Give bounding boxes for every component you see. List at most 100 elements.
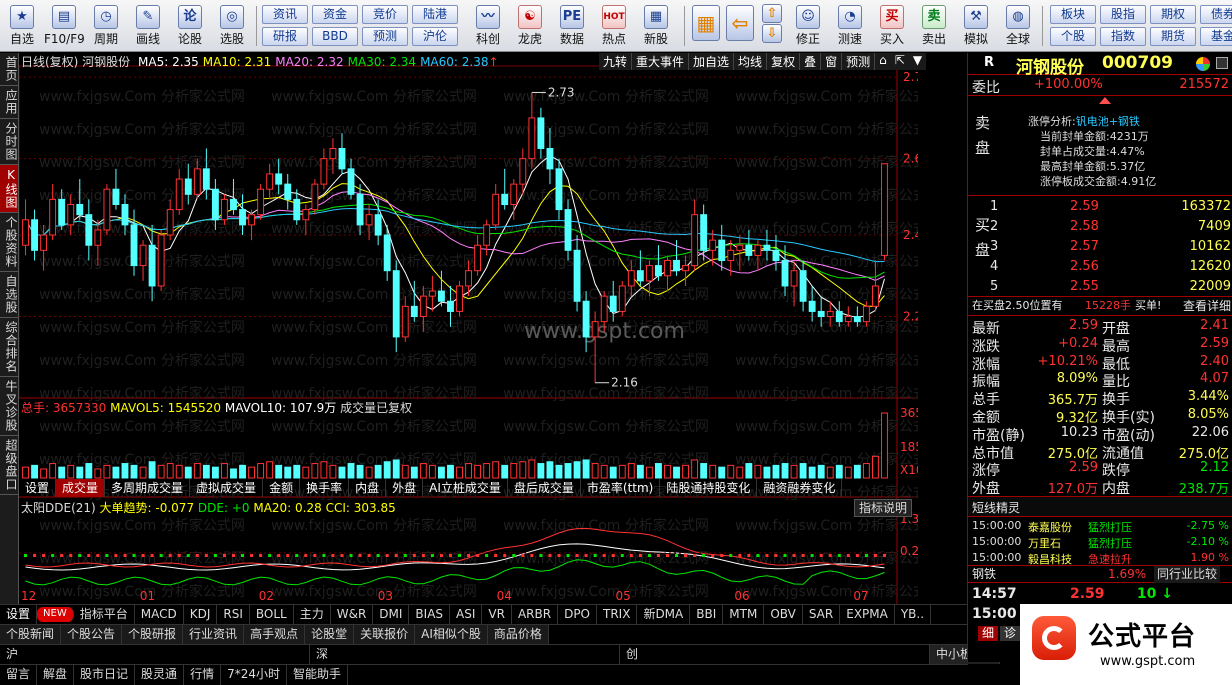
toolbar-small-b-5[interactable]: 指数 <box>1100 27 1146 46</box>
toolbar-data-button-0[interactable]: 〰科创 <box>468 3 508 49</box>
side-tab-6[interactable]: 综合排名 <box>0 318 18 377</box>
toolbar-main-button-1[interactable]: ▤ F10/F9 <box>44 3 85 49</box>
indicator-tab-14[interactable]: DPO <box>558 605 597 624</box>
volume-tab-3[interactable]: 虚拟成交量 <box>190 479 264 497</box>
toolbar-small-a-0[interactable]: 资讯 <box>262 5 308 24</box>
chart-tool-1[interactable]: 重大事件 <box>632 53 690 70</box>
toolbar-small-b-4[interactable]: 个股 <box>1050 27 1096 46</box>
volume-tab-9[interactable]: 盘后成交量 <box>508 479 581 497</box>
side-tab-5[interactable]: 自选股 <box>0 272 18 318</box>
bottom-link-6[interactable]: 智能助手 <box>287 665 348 685</box>
chart-area[interactable]: www.fxjgsw.Com 分析家公式网 www.fxjgsw.Com 分析家公… <box>19 53 927 604</box>
volume-tab-4[interactable]: 金额 <box>263 479 301 497</box>
indicator-tab-11[interactable]: ASI <box>450 605 483 624</box>
toolbar-small-b-2[interactable]: 期权 <box>1150 5 1196 24</box>
side-tab-7[interactable]: 牛叉诊股 <box>0 377 18 436</box>
index-bar-item-1[interactable]: 深 <box>310 645 620 664</box>
news-tab-1[interactable]: 个股公告 <box>61 625 123 644</box>
indicator-tab-17[interactable]: BBI <box>690 605 724 624</box>
toolbar-trade-button-0[interactable]: ☺ 修正 <box>788 3 828 49</box>
export-icon[interactable]: ⇱ <box>890 53 909 70</box>
toolbar-main-button-5[interactable]: ◎ 选股 <box>212 3 252 49</box>
short-item-name[interactable]: 泰嘉股份 <box>1028 519 1072 535</box>
indicator-tab-20[interactable]: SAR <box>803 605 841 624</box>
color-wheel-icon[interactable] <box>1196 57 1210 71</box>
down-arrow-icon[interactable]: ⇩ <box>762 24 782 43</box>
chart-tool-7[interactable]: 预测 <box>842 53 876 70</box>
indicator-tab-13[interactable]: ARBR <box>512 605 559 624</box>
indicator-tab-4[interactable]: KDJ <box>184 605 218 624</box>
back-arrow-button[interactable]: ⇦ <box>724 3 756 49</box>
chart-tool-3[interactable]: 均线 <box>734 53 768 70</box>
detail-link[interactable]: 查看详细 <box>1183 297 1231 315</box>
side-tab-4[interactable]: 个股资料 <box>0 213 18 272</box>
menu-icon[interactable] <box>1216 57 1228 69</box>
news-tab-4[interactable]: 高手观点 <box>244 625 306 644</box>
indicator-tab-1[interactable]: NEW <box>37 607 74 622</box>
news-tab-6[interactable]: 关联报价 <box>354 625 416 644</box>
zhangting-theme[interactable]: 钒电池+钢铁 <box>1076 115 1140 128</box>
toolbar-trade-button-3[interactable]: 卖卖出 <box>914 3 954 49</box>
indicator-tab-2[interactable]: 指标平台 <box>74 605 135 624</box>
bottom-link-0[interactable]: 留言 <box>0 665 38 685</box>
indicator-tab-9[interactable]: DMI <box>373 605 410 624</box>
indicator-explain-button[interactable]: 指标说明 <box>854 499 913 517</box>
news-tab-8[interactable]: 商品价格 <box>487 625 549 644</box>
toolbar-small-a-7[interactable]: 沪伦 <box>412 27 458 46</box>
toolbar-small-a-4[interactable]: 研报 <box>262 27 308 46</box>
chart-svg[interactable]: www.fxjgsw.Com 分析家公式网 www.fxjgsw.Com 分析家公… <box>19 53 918 604</box>
bottom-link-1[interactable]: 解盘 <box>37 665 75 685</box>
side-tab-2[interactable]: 分时图 <box>0 119 18 165</box>
tab-r[interactable]: R <box>984 55 994 70</box>
volume-tab-0[interactable]: 设置 <box>19 479 57 497</box>
side-tab-8[interactable]: 超级盘口 <box>0 436 18 495</box>
indicator-tab-19[interactable]: OBV <box>764 605 803 624</box>
toolbar-small-a-3[interactable]: 陆港 <box>412 5 458 24</box>
news-tab-5[interactable]: 论股堂 <box>305 625 355 644</box>
indicator-tab-15[interactable]: TRIX <box>597 605 638 624</box>
indicator-tab-7[interactable]: 主力 <box>294 605 331 624</box>
toolbar-data-button-1[interactable]: ☯ 龙虎 <box>510 3 550 49</box>
toolbar-small-a-2[interactable]: 竞价 <box>362 5 408 24</box>
indicator-tab-18[interactable]: MTM <box>723 605 765 624</box>
volume-tab-12[interactable]: 融资融券变化 <box>757 479 843 497</box>
volume-tab-2[interactable]: 多周期成交量 <box>105 479 191 497</box>
volume-tab-5[interactable]: 换手率 <box>300 479 350 497</box>
up-arrow-icon[interactable]: ⇧ <box>762 4 782 23</box>
detail-tab-1[interactable]: 诊 <box>1000 626 1021 641</box>
toolbar-data-button-2[interactable]: PE 数据 <box>552 3 592 49</box>
news-tab-2[interactable]: 个股研报 <box>122 625 184 644</box>
bottom-link-5[interactable]: 7*24小时 <box>221 665 287 685</box>
volume-tab-1[interactable]: 成交量 <box>56 479 106 497</box>
volume-tab-7[interactable]: 外盘 <box>386 479 424 497</box>
volume-tab-8[interactable]: AI立桩成交量 <box>423 479 508 497</box>
toolbar-trade-button-5[interactable]: ◍ 全球 <box>998 3 1038 49</box>
up-down-buttons[interactable]: ⇧ ⇩ <box>760 3 784 49</box>
indicator-tab-5[interactable]: RSI <box>217 605 250 624</box>
chart-tool-2[interactable]: 加自选 <box>689 53 735 70</box>
toolbar-trade-button-2[interactable]: 买买入 <box>872 3 912 49</box>
indicator-tab-0[interactable]: 设置 <box>0 605 38 624</box>
chart-tool-0[interactable]: 九转 <box>599 53 633 70</box>
toolbar-small-b-3[interactable]: 债券 <box>1200 5 1232 24</box>
news-tab-0[interactable]: 个股新闻 <box>0 625 62 644</box>
toolbar-main-button-4[interactable]: 论论股 <box>170 3 210 49</box>
detail-tab-0[interactable]: 细 <box>978 626 999 641</box>
indicator-tab-3[interactable]: MACD <box>135 605 184 624</box>
short-title[interactable]: 短线精灵 <box>972 499 1020 516</box>
indicator-tab-12[interactable]: VR <box>482 605 512 624</box>
toolbar-small-a-1[interactable]: 资金 <box>312 5 358 24</box>
grid-button[interactable]: ▦ <box>690 3 722 49</box>
collapse-icon[interactable] <box>1099 97 1111 104</box>
volume-tab-10[interactable]: 市盈率(ttm) <box>581 479 661 497</box>
toolbar-main-button-3[interactable]: ✎ 画线 <box>128 3 168 49</box>
side-tab-0[interactable]: 首页 <box>0 53 18 86</box>
toolbar-trade-button-1[interactable]: ◔ 测速 <box>830 3 870 49</box>
lock-icon[interactable]: ⌂ <box>875 53 891 70</box>
news-tab-3[interactable]: 行业资讯 <box>183 625 245 644</box>
toolbar-small-b-7[interactable]: 基金 <box>1200 27 1232 46</box>
indicator-tab-22[interactable]: YB.. <box>895 605 932 624</box>
bottom-link-4[interactable]: 行情 <box>184 665 222 685</box>
dropdown-icon[interactable]: ▼ <box>908 53 927 70</box>
industry-compare-button[interactable]: 同行业比较 <box>1154 566 1221 583</box>
